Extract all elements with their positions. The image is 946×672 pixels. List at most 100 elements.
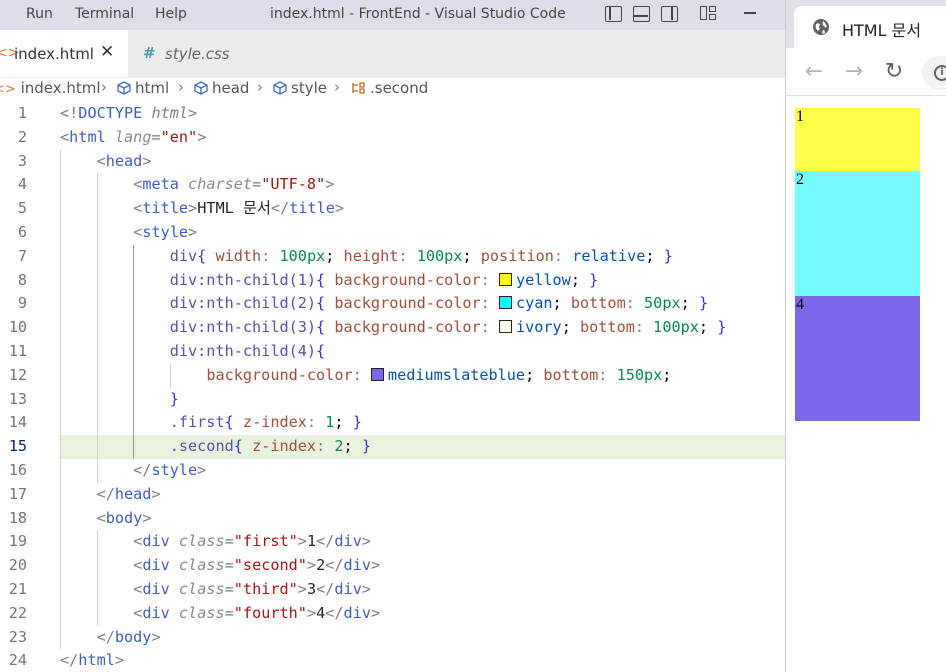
code-line[interactable]: 15 .second{ z-index: 2; }: [0, 435, 785, 459]
code-line[interactable]: 7 div{ width: 100px; height: 100px; posi…: [0, 244, 785, 269]
chevron-right-icon: ›: [334, 78, 340, 96]
customize-layout-icon[interactable]: [700, 6, 717, 22]
line-number: 19: [8, 532, 27, 551]
symbol-element-icon: [273, 81, 287, 95]
line-number: 23: [8, 627, 27, 646]
menu-run[interactable]: Run: [26, 6, 53, 22]
code-line[interactable]: 18 <body>: [0, 506, 785, 531]
breadcrumb-label: index.html: [20, 79, 101, 97]
breadcrumb-file[interactable]: <> index.html: [0, 79, 101, 97]
css-file-icon: #: [143, 44, 156, 62]
code-text: <title>HTML 문서</title>: [133, 199, 345, 218]
line-number: 3: [17, 151, 27, 170]
color-swatch-icon[interactable]: [498, 320, 512, 334]
code-text: <div class="third">3</div>: [133, 580, 371, 598]
menu-terminal[interactable]: Terminal: [75, 6, 134, 22]
code-line[interactable]: 17 </head>: [0, 482, 785, 507]
line-number: 1: [17, 104, 27, 122]
code-line[interactable]: 16 </style>: [0, 459, 785, 483]
address-bar[interactable]: i: [922, 56, 946, 90]
demo-box-first: 1: [795, 108, 920, 171]
back-arrow-icon[interactable]: ←: [802, 60, 826, 84]
browser-window: HTML 문서 ← → ↻ i 1 2 4: [785, 0, 946, 672]
code-line[interactable]: 14 .first{ z-index: 1; }: [0, 411, 785, 436]
code-line[interactable]: 3 <head>: [0, 149, 785, 174]
code-text: </style>: [133, 461, 207, 479]
code-line[interactable]: 8 div:nth-child(1){ background-color: ye…: [0, 268, 785, 293]
code-line[interactable]: 23 </body>: [0, 625, 785, 650]
breadcrumb-style[interactable]: style: [273, 79, 327, 97]
code-text: div:nth-child(3){ background-color: ivor…: [169, 318, 727, 337]
code-text: div:nth-child(2){ background-color: cyan…: [169, 294, 709, 313]
code-text: .first{ z-index: 1; }: [169, 413, 362, 432]
line-number: 10: [8, 318, 27, 337]
code-line[interactable]: 22 <div class="fourth">4</div>: [0, 601, 785, 626]
breadcrumb-selector[interactable]: .second: [350, 79, 428, 97]
code-line[interactable]: 24 </html>: [0, 649, 785, 672]
breadcrumb-html[interactable]: html: [117, 79, 169, 97]
symbol-element-icon: [117, 81, 131, 95]
symbol-element-icon: [194, 81, 208, 95]
line-number: 15: [8, 437, 27, 456]
code-line[interactable]: 13 }: [0, 387, 785, 412]
line-number: 18: [8, 508, 27, 527]
code-line[interactable]: 20 <div class="second">2</div>: [0, 554, 785, 578]
browser-toolbar: ← → ↻ i: [786, 48, 946, 96]
html-file-icon: <>: [0, 82, 16, 97]
code-line[interactable]: 2 <html lang="en">: [0, 126, 785, 150]
line-number: 20: [8, 556, 27, 575]
code-editor[interactable]: 1 <!DOCTYPE html> 2 <html lang="en"> 3 <head…: [0, 100, 785, 672]
tab-style-css[interactable]: # style.css: [129, 30, 273, 77]
line-number: 8: [17, 270, 27, 289]
forward-arrow-icon[interactable]: →: [842, 60, 866, 84]
code-text: }: [169, 389, 179, 408]
code-line[interactable]: 4 <meta charset="UTF-8">: [0, 173, 785, 198]
code-text: <div class="fourth">4</div>: [133, 603, 381, 622]
code-line[interactable]: 6 <style>: [0, 221, 785, 245]
code-line[interactable]: 1 <!DOCTYPE html>: [0, 102, 785, 126]
code-line[interactable]: 12 background-color: mediumslateblue; bo…: [0, 363, 785, 388]
info-icon[interactable]: i: [934, 65, 946, 81]
line-number: 2: [17, 127, 27, 146]
toggle-panel-icon[interactable]: [633, 6, 650, 22]
breadcrumb-label: style: [291, 79, 327, 97]
code-text: <style>: [133, 223, 198, 241]
editor-tabs: <> index.html ✕ # style.css: [0, 30, 785, 78]
code-line[interactable]: 11 div:nth-child(4){: [0, 340, 785, 364]
minimize-icon[interactable]: [744, 12, 756, 14]
code-text: <body>: [96, 508, 152, 527]
code-text: .second{ z-index: 2; }: [169, 437, 371, 456]
box-label: 1: [796, 108, 804, 125]
browser-tab[interactable]: HTML 문서: [794, 6, 946, 48]
code-text: div{ width: 100px; height: 100px; positi…: [169, 246, 673, 265]
code-text: div:nth-child(1){ background-color: yell…: [169, 270, 599, 289]
globe-icon: [813, 19, 829, 35]
toggle-secondary-sidebar-icon[interactable]: [661, 6, 678, 22]
color-swatch-icon[interactable]: [498, 296, 512, 310]
vscode-window: Run Terminal Help index.html - FrontEnd …: [0, 0, 785, 672]
code-line[interactable]: 10 div:nth-child(3){ background-color: i…: [0, 316, 785, 340]
code-line[interactable]: 9 div:nth-child(2){ background-color: cy…: [0, 292, 785, 317]
box-label: 2: [796, 171, 804, 188]
code-line[interactable]: 19 <div class="first">1</div>: [0, 530, 785, 555]
color-swatch-icon[interactable]: [370, 367, 384, 381]
code-line[interactable]: 21 <div class="third">3</div>: [0, 578, 785, 602]
menu-help[interactable]: Help: [155, 6, 187, 22]
breadcrumb-head[interactable]: head: [194, 79, 249, 97]
tab-index-html[interactable]: <> index.html ✕: [0, 30, 128, 77]
breadcrumb-label: .second: [370, 79, 429, 97]
line-number: 13: [8, 389, 27, 408]
symbol-ruleset-icon: [352, 82, 365, 94]
line-number: 12: [8, 365, 27, 384]
code-text: <div class="second">2</div>: [133, 556, 381, 575]
code-text: background-color: mediumslateblue; botto…: [206, 365, 672, 384]
code-line[interactable]: 5 <title>HTML 문서</title>: [0, 197, 785, 221]
toggle-primary-sidebar-icon[interactable]: [605, 6, 622, 22]
demo-box-second: 2: [795, 171, 920, 296]
code-text: </html>: [60, 651, 125, 670]
reload-icon[interactable]: ↻: [882, 60, 906, 84]
code-text: <html lang="en">: [60, 127, 207, 146]
color-swatch-icon[interactable]: [498, 272, 512, 286]
close-icon[interactable]: ✕: [100, 42, 114, 62]
tab-label: style.css: [165, 45, 230, 63]
